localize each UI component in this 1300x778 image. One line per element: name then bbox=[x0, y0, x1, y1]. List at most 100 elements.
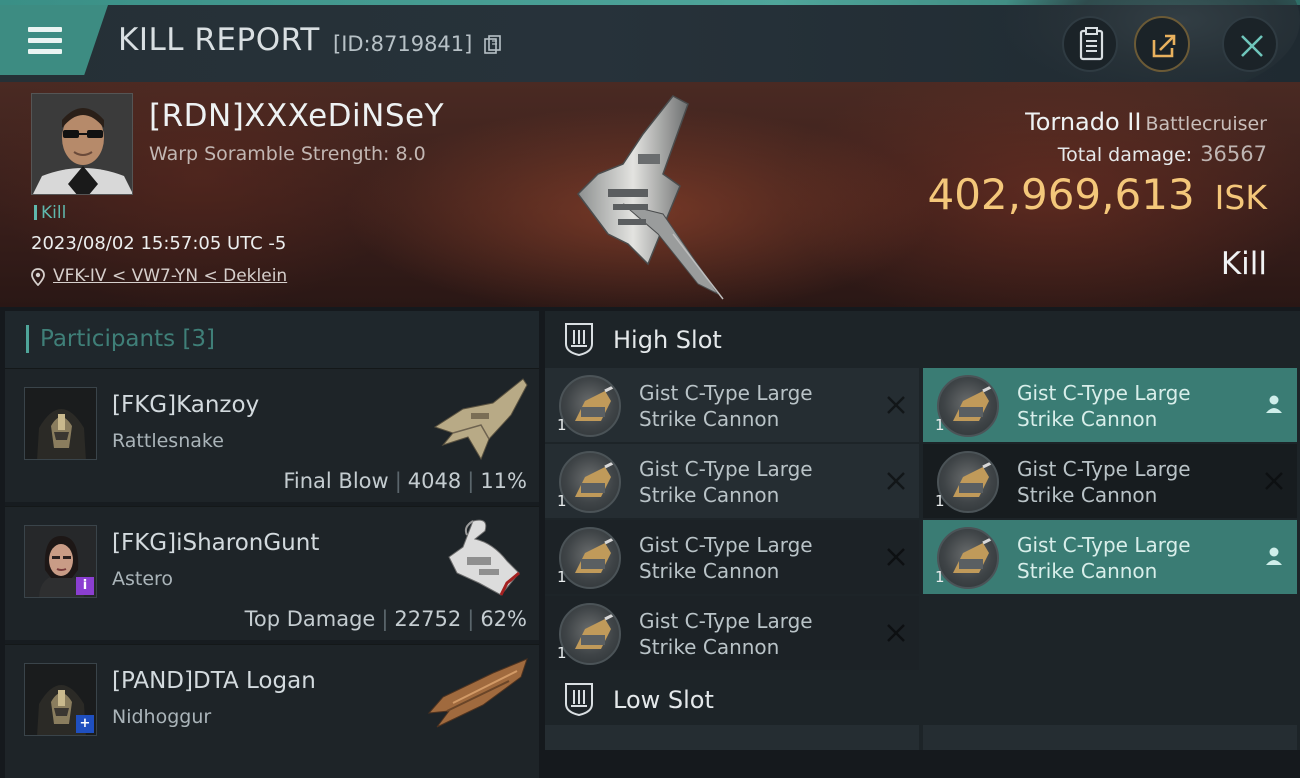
cannon-icon bbox=[575, 535, 618, 573]
total-damage-value: 36567 bbox=[1200, 142, 1267, 166]
user-icon[interactable] bbox=[1263, 544, 1285, 568]
participant-damage-pct: 11% bbox=[480, 469, 527, 493]
stats-divider: | bbox=[394, 469, 402, 493]
module-card[interactable]: 1 Gist C-Type Large Strike Cannon bbox=[545, 444, 919, 518]
high-slot-title: High Slot bbox=[613, 326, 722, 354]
participant-avatar[interactable]: i bbox=[24, 525, 97, 598]
module-quantity: 1 bbox=[557, 416, 567, 434]
module-name-line2: Strike Cannon bbox=[1017, 407, 1158, 431]
module-name: Gist C-Type Large Strike Cannon bbox=[639, 608, 869, 660]
participant-row[interactable]: [FKG]Kanzoy Rattlesnake Final Blow | 4048 |… bbox=[5, 368, 539, 502]
result-label: Kill bbox=[1220, 246, 1267, 282]
low-slot-module-card[interactable] bbox=[923, 725, 1297, 750]
participant-row[interactable]: i [FKG]iSharonGunt Astero Top Damage | 227… bbox=[5, 506, 539, 640]
module-name-line2: Strike Cannon bbox=[639, 635, 780, 659]
participant-ship-image[interactable] bbox=[423, 651, 533, 741]
participant-row[interactable]: + [PAND]DTA Logan Nidhoggur bbox=[5, 644, 539, 778]
close-button[interactable] bbox=[1222, 16, 1278, 72]
participant-ship: Rattlesnake bbox=[112, 430, 224, 452]
module-name: Gist C-Type Large Strike Cannon bbox=[639, 456, 869, 508]
participant-avatar[interactable]: + bbox=[24, 663, 97, 736]
module-quantity: 1 bbox=[935, 492, 945, 510]
total-damage: Total damage: 36567 bbox=[1058, 142, 1267, 166]
module-name-line1: Gist C-Type Large bbox=[639, 457, 813, 481]
participant-damage-pct: 62% bbox=[480, 607, 527, 631]
module-name: Gist C-Type Large Strike Cannon bbox=[639, 380, 869, 432]
module-quantity: 1 bbox=[935, 568, 945, 586]
cannon-module-icon bbox=[559, 527, 621, 589]
cannon-icon bbox=[953, 459, 996, 497]
menu-button[interactable] bbox=[0, 5, 108, 75]
victim-avatar bbox=[32, 94, 132, 194]
clipboard-button[interactable] bbox=[1062, 16, 1118, 72]
isk-unit: ISK bbox=[1214, 178, 1267, 217]
module-name-line1: Gist C-Type Large bbox=[1017, 457, 1191, 481]
participant-name[interactable]: [FKG]Kanzoy bbox=[112, 392, 259, 418]
module-card[interactable]: 1 Gist C-Type Large Strike Cannon bbox=[545, 368, 919, 442]
low-slot-module-card[interactable] bbox=[545, 725, 919, 750]
total-damage-label: Total damage: bbox=[1057, 144, 1193, 166]
close-x-icon[interactable] bbox=[885, 468, 907, 492]
tag-bar bbox=[34, 205, 37, 220]
participant-role: Top Damage bbox=[244, 607, 376, 631]
share-button[interactable] bbox=[1134, 16, 1190, 72]
module-name: Gist C-Type Large Strike Cannon bbox=[639, 532, 869, 584]
participant-ship: Nidhoggur bbox=[112, 706, 212, 728]
victim-name[interactable]: [RDN]XXXeDiNSeY bbox=[149, 98, 444, 134]
close-x-icon[interactable] bbox=[885, 392, 907, 416]
module-name: Gist C-Type Large Strike Cannon bbox=[1017, 456, 1247, 508]
kill-date: 2023/08/02 15:57:05 UTC -5 bbox=[31, 233, 287, 254]
clipboard-icon bbox=[1079, 27, 1104, 61]
menu-icon-bar bbox=[28, 49, 62, 54]
cannon-icon bbox=[953, 535, 996, 573]
plus-badge-icon: + bbox=[76, 715, 94, 733]
location-link[interactable]: VFK-IV < VW7-YN < Deklein bbox=[53, 266, 287, 286]
copy-icon[interactable] bbox=[484, 35, 502, 55]
module-card[interactable]: 1 Gist C-Type Large Strike Cannon bbox=[923, 444, 1297, 518]
cannon-icon bbox=[575, 459, 618, 497]
helmet-avatar-icon bbox=[25, 388, 96, 459]
kill-tag: Kill bbox=[34, 203, 66, 223]
close-x-icon[interactable] bbox=[1263, 468, 1285, 492]
cannon-icon bbox=[575, 383, 618, 421]
report-id: [ID:8719841] bbox=[333, 32, 473, 56]
victim-portrait[interactable] bbox=[31, 93, 133, 195]
warp-scramble-strength: Warp Soramble Strength: 8.0 bbox=[149, 143, 426, 165]
pin-icon bbox=[31, 268, 45, 286]
participant-avatar[interactable] bbox=[24, 387, 97, 460]
module-name-line1: Gist C-Type Large bbox=[639, 381, 813, 405]
participant-ship-image[interactable] bbox=[423, 513, 533, 603]
close-x-icon[interactable] bbox=[885, 620, 907, 644]
kill-location[interactable]: VFK-IV < VW7-YN < Deklein bbox=[31, 266, 287, 286]
page-title: KILL REPORT bbox=[118, 22, 320, 58]
close-x-icon[interactable] bbox=[885, 544, 907, 568]
isk-value: 402,969,613 ISK bbox=[927, 170, 1267, 219]
victim-ship-name[interactable]: Tornado II Battlecruiser bbox=[1025, 108, 1267, 136]
participants-title-text: Participants bbox=[40, 326, 176, 352]
stats-divider: | bbox=[381, 607, 389, 631]
module-name-line1: Gist C-Type Large bbox=[1017, 533, 1191, 557]
participants-count: [3] bbox=[182, 326, 216, 352]
module-name-line2: Strike Cannon bbox=[639, 407, 780, 431]
module-card[interactable]: 1 Gist C-Type Large Strike Cannon bbox=[545, 596, 919, 670]
menu-icon bbox=[28, 27, 62, 32]
module-name-line1: Gist C-Type Large bbox=[1017, 381, 1191, 405]
cannon-icon bbox=[953, 383, 996, 421]
participants-header-bar bbox=[26, 325, 29, 353]
cannon-module-icon bbox=[937, 451, 999, 513]
module-card-selected[interactable]: 1 Gist C-Type Large Strike Cannon bbox=[923, 520, 1297, 594]
module-quantity: 1 bbox=[557, 644, 567, 662]
participant-ship-image[interactable] bbox=[423, 375, 533, 465]
module-card-selected[interactable]: 1 Gist C-Type Large Strike Cannon bbox=[923, 368, 1297, 442]
module-name: Gist C-Type Large Strike Cannon bbox=[1017, 380, 1247, 432]
cannon-module-icon bbox=[937, 527, 999, 589]
participant-name[interactable]: [FKG]iSharonGunt bbox=[112, 530, 319, 556]
cannon-icon bbox=[575, 611, 618, 649]
victim-banner: [RDN]XXXeDiNSeY Warp Soramble Strength: … bbox=[0, 82, 1300, 307]
participant-name[interactable]: [PAND]DTA Logan bbox=[112, 668, 316, 694]
ship-name-text: Tornado II bbox=[1025, 108, 1142, 136]
module-name: Gist C-Type Large Strike Cannon bbox=[1017, 532, 1247, 584]
user-icon[interactable] bbox=[1263, 392, 1285, 416]
module-card[interactable]: 1 Gist C-Type Large Strike Cannon bbox=[545, 520, 919, 594]
victim-ship-image[interactable] bbox=[568, 94, 738, 304]
